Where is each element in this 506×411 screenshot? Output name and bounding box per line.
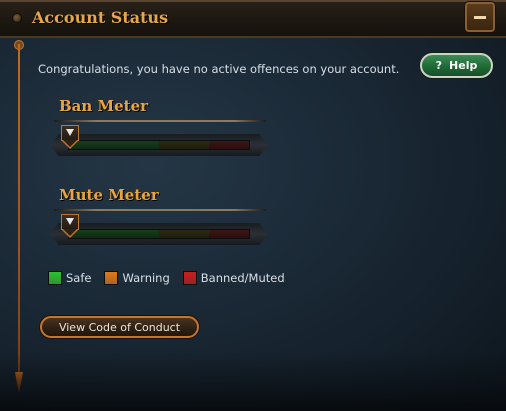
legend-swatch-safe [48, 271, 62, 285]
help-button-label: Help [449, 59, 478, 72]
mute-meter-title: Mute Meter [59, 186, 159, 204]
ban-meter-marker [61, 125, 79, 149]
account-status-window: Account Status Congratulations, you have… [0, 0, 506, 411]
ban-meter-title: Ban Meter [59, 97, 149, 115]
decorative-rail [18, 44, 20, 384]
ban-meter-bar [68, 140, 250, 150]
ban-meter-banned-zone [209, 141, 249, 149]
ban-meter-underline [54, 120, 266, 122]
title-bar: Account Status [0, 0, 506, 38]
minus-icon [474, 16, 486, 19]
rivet-icon [12, 13, 22, 23]
legend-swatch-banned-muted [182, 271, 197, 285]
meter-legend: Safe Warning Banned/Muted [48, 271, 298, 285]
ban-meter-track [50, 134, 268, 156]
mute-meter-track [50, 223, 268, 245]
legend-label: Banned/Muted [200, 271, 285, 285]
mute-meter-underline [54, 209, 266, 211]
legend-label: Warning [122, 271, 170, 285]
legend-swatch-warning [104, 271, 119, 285]
view-code-of-conduct-button[interactable]: View Code of Conduct [40, 316, 199, 338]
legend-item-banned-muted: Banned/Muted [182, 271, 285, 285]
mute-meter-safe-zone [69, 230, 159, 238]
minimize-button[interactable] [465, 2, 495, 32]
window-title: Account Status [32, 8, 169, 27]
ban-meter-safe-zone [69, 141, 159, 149]
mute-meter-warning-zone [159, 230, 210, 238]
rail-tip-icon [15, 372, 23, 394]
mute-meter-muted-zone [209, 230, 249, 238]
mute-meter-marker [61, 214, 79, 238]
ban-meter-warning-zone [159, 141, 210, 149]
status-message: Congratulations, you have no active offe… [38, 62, 400, 76]
legend-item-safe: Safe [48, 271, 91, 285]
legend-label: Safe [66, 271, 92, 285]
help-button[interactable]: ? Help [420, 53, 493, 78]
mute-meter-bar [68, 229, 250, 239]
legend-item-warning: Warning [104, 271, 170, 285]
question-mark-icon: ? [435, 59, 443, 72]
